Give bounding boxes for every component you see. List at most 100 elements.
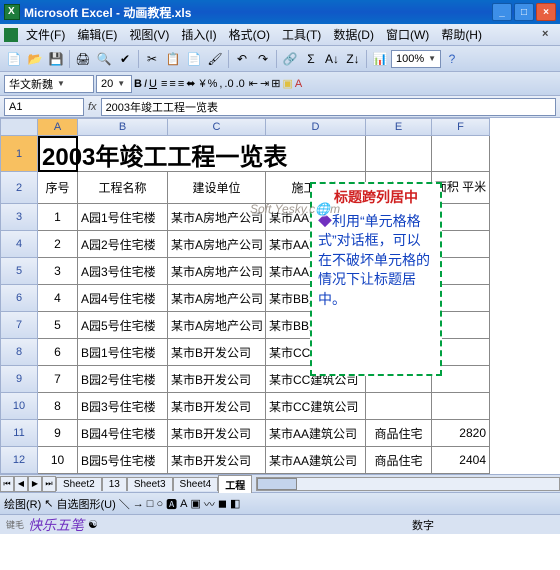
cell[interactable]: A园4号住宅楼 <box>78 285 168 312</box>
sheet-tab[interactable]: Sheet3 <box>127 477 173 491</box>
fill-color-icon[interactable]: ▣ <box>282 77 292 90</box>
menu-help[interactable]: 帮助(H) <box>435 24 488 45</box>
cell[interactable]: B园2号住宅楼 <box>78 366 168 393</box>
draw-menu[interactable]: 绘图(R) <box>4 496 41 512</box>
comma-icon[interactable]: , <box>219 78 222 90</box>
ime-indicator-icon[interactable]: 键毛 <box>6 518 24 531</box>
wordart-icon[interactable]: A <box>180 498 187 510</box>
tab-last-button[interactable]: ⏭ <box>42 476 56 492</box>
cell[interactable]: A园3号住宅楼 <box>78 258 168 285</box>
cell[interactable]: 6 <box>38 339 78 366</box>
ime-toggle-icon[interactable]: ☯ <box>88 518 98 531</box>
cell[interactable]: 某市B开发公司 <box>168 447 266 474</box>
threed-icon[interactable]: ◧ <box>230 497 240 510</box>
line-icon[interactable]: ＼ <box>119 496 130 512</box>
cell[interactable]: B园5号住宅楼 <box>78 447 168 474</box>
cell[interactable]: A园2号住宅楼 <box>78 231 168 258</box>
cell[interactable]: 8 <box>38 393 78 420</box>
arrow-icon[interactable]: → <box>133 498 144 510</box>
menu-window[interactable]: 窗口(W) <box>380 24 435 45</box>
tab-next-button[interactable]: ▶ <box>28 476 42 492</box>
increase-decimal-icon[interactable]: .0 <box>224 78 233 90</box>
cell[interactable]: 某市AA建筑公司 <box>266 420 366 447</box>
maximize-button[interactable]: □ <box>514 3 534 21</box>
row-header[interactable]: 10 <box>0 393 38 420</box>
cell-E1[interactable] <box>366 136 432 172</box>
cell[interactable]: 某市A房地产公司 <box>168 285 266 312</box>
cell[interactable]: 商品住宅 <box>366 447 432 474</box>
cell-F1[interactable] <box>432 136 490 172</box>
close-button[interactable]: × <box>536 3 556 21</box>
menu-view[interactable]: 视图(V) <box>123 24 175 45</box>
cell[interactable] <box>366 393 432 420</box>
row-header[interactable]: 11 <box>0 420 38 447</box>
cell[interactable]: 1 <box>38 204 78 231</box>
preview-icon[interactable]: 🔍 <box>94 49 114 69</box>
cell-C2[interactable]: 建设单位 <box>168 172 266 204</box>
hyperlink-icon[interactable]: 🔗 <box>280 49 300 69</box>
row-header[interactable]: 5 <box>0 258 38 285</box>
autoshapes-menu[interactable]: 自选图形(U) <box>57 496 116 512</box>
sort-asc-icon[interactable]: A↓ <box>322 49 342 69</box>
cell[interactable]: 5 <box>38 312 78 339</box>
fill-shape-icon[interactable]: ▣ <box>190 497 200 510</box>
cell[interactable]: A园5号住宅楼 <box>78 312 168 339</box>
tab-first-button[interactable]: ⏮ <box>0 476 14 492</box>
underline-button[interactable]: U <box>149 78 157 90</box>
row-header-1[interactable]: 1 <box>0 136 38 172</box>
menu-format[interactable]: 格式(O) <box>223 24 276 45</box>
zoom-combo[interactable]: 100%▼ <box>391 50 441 68</box>
print-icon[interactable]: 🖨 <box>73 49 93 69</box>
cell[interactable]: 某市A房地产公司 <box>168 258 266 285</box>
save-icon[interactable]: 💾 <box>46 49 66 69</box>
line-color-icon[interactable]: 〰 <box>204 496 215 512</box>
align-center-icon[interactable]: ≡ <box>169 78 175 90</box>
cell[interactable]: B园4号住宅楼 <box>78 420 168 447</box>
align-left-icon[interactable]: ≡ <box>161 78 167 90</box>
menu-tools[interactable]: 工具(T) <box>276 24 327 45</box>
increase-indent-icon[interactable]: ⇥ <box>260 77 269 90</box>
paste-icon[interactable]: 📄 <box>184 49 204 69</box>
cell-A2[interactable]: 序号 <box>38 172 78 204</box>
row-header[interactable]: 7 <box>0 312 38 339</box>
merge-center-icon[interactable]: ⬌ <box>186 77 195 90</box>
textbox-icon[interactable]: 🅰 <box>166 496 177 512</box>
cell[interactable]: B园3号住宅楼 <box>78 393 168 420</box>
help-icon[interactable]: ? <box>442 49 462 69</box>
cell-B2[interactable]: 工程名称 <box>78 172 168 204</box>
font-color-icon[interactable]: A <box>295 78 302 90</box>
row-header[interactable]: 4 <box>0 231 38 258</box>
menu-file[interactable]: 文件(F) <box>20 24 71 45</box>
italic-button[interactable]: I <box>144 78 147 90</box>
bold-button[interactable]: B <box>134 78 142 90</box>
font-size-combo[interactable]: 20▼ <box>96 75 132 93</box>
minimize-button[interactable]: _ <box>492 3 512 21</box>
cell[interactable]: 某市A房地产公司 <box>168 312 266 339</box>
select-all-corner[interactable] <box>0 118 38 136</box>
menu-insert[interactable]: 插入(I) <box>175 24 222 45</box>
chart-icon[interactable]: 📊 <box>370 49 390 69</box>
redo-icon[interactable]: ↷ <box>253 49 273 69</box>
col-header-C[interactable]: C <box>168 118 266 136</box>
copy-icon[interactable]: 📋 <box>163 49 183 69</box>
decrease-indent-icon[interactable]: ⇤ <box>249 77 258 90</box>
formula-input[interactable]: 2003年竣工工程一览表 <box>101 98 556 116</box>
autosum-icon[interactable]: Σ <box>301 49 321 69</box>
cell[interactable]: 某市B开发公司 <box>168 339 266 366</box>
sheet-tab[interactable]: 13 <box>102 477 127 491</box>
decrease-decimal-icon[interactable]: .0 <box>236 78 245 90</box>
row-header[interactable]: 12 <box>0 447 38 474</box>
cell[interactable] <box>432 393 490 420</box>
select-arrow-icon[interactable]: ↖ <box>44 497 53 510</box>
menu-edit[interactable]: 编辑(E) <box>71 24 123 45</box>
sheet-tab-active[interactable]: 工程 <box>218 475 252 493</box>
sort-desc-icon[interactable]: Z↓ <box>343 49 363 69</box>
close-workbook-button[interactable]: × <box>542 28 556 42</box>
fx-icon[interactable]: fx <box>88 101 97 113</box>
tab-prev-button[interactable]: ◀ <box>14 476 28 492</box>
new-icon[interactable]: 📄 <box>4 49 24 69</box>
currency-icon[interactable]: ¥ <box>199 78 205 90</box>
cell[interactable]: 某市B开发公司 <box>168 393 266 420</box>
cell[interactable]: 2 <box>38 231 78 258</box>
name-box[interactable]: A1 <box>4 98 84 116</box>
